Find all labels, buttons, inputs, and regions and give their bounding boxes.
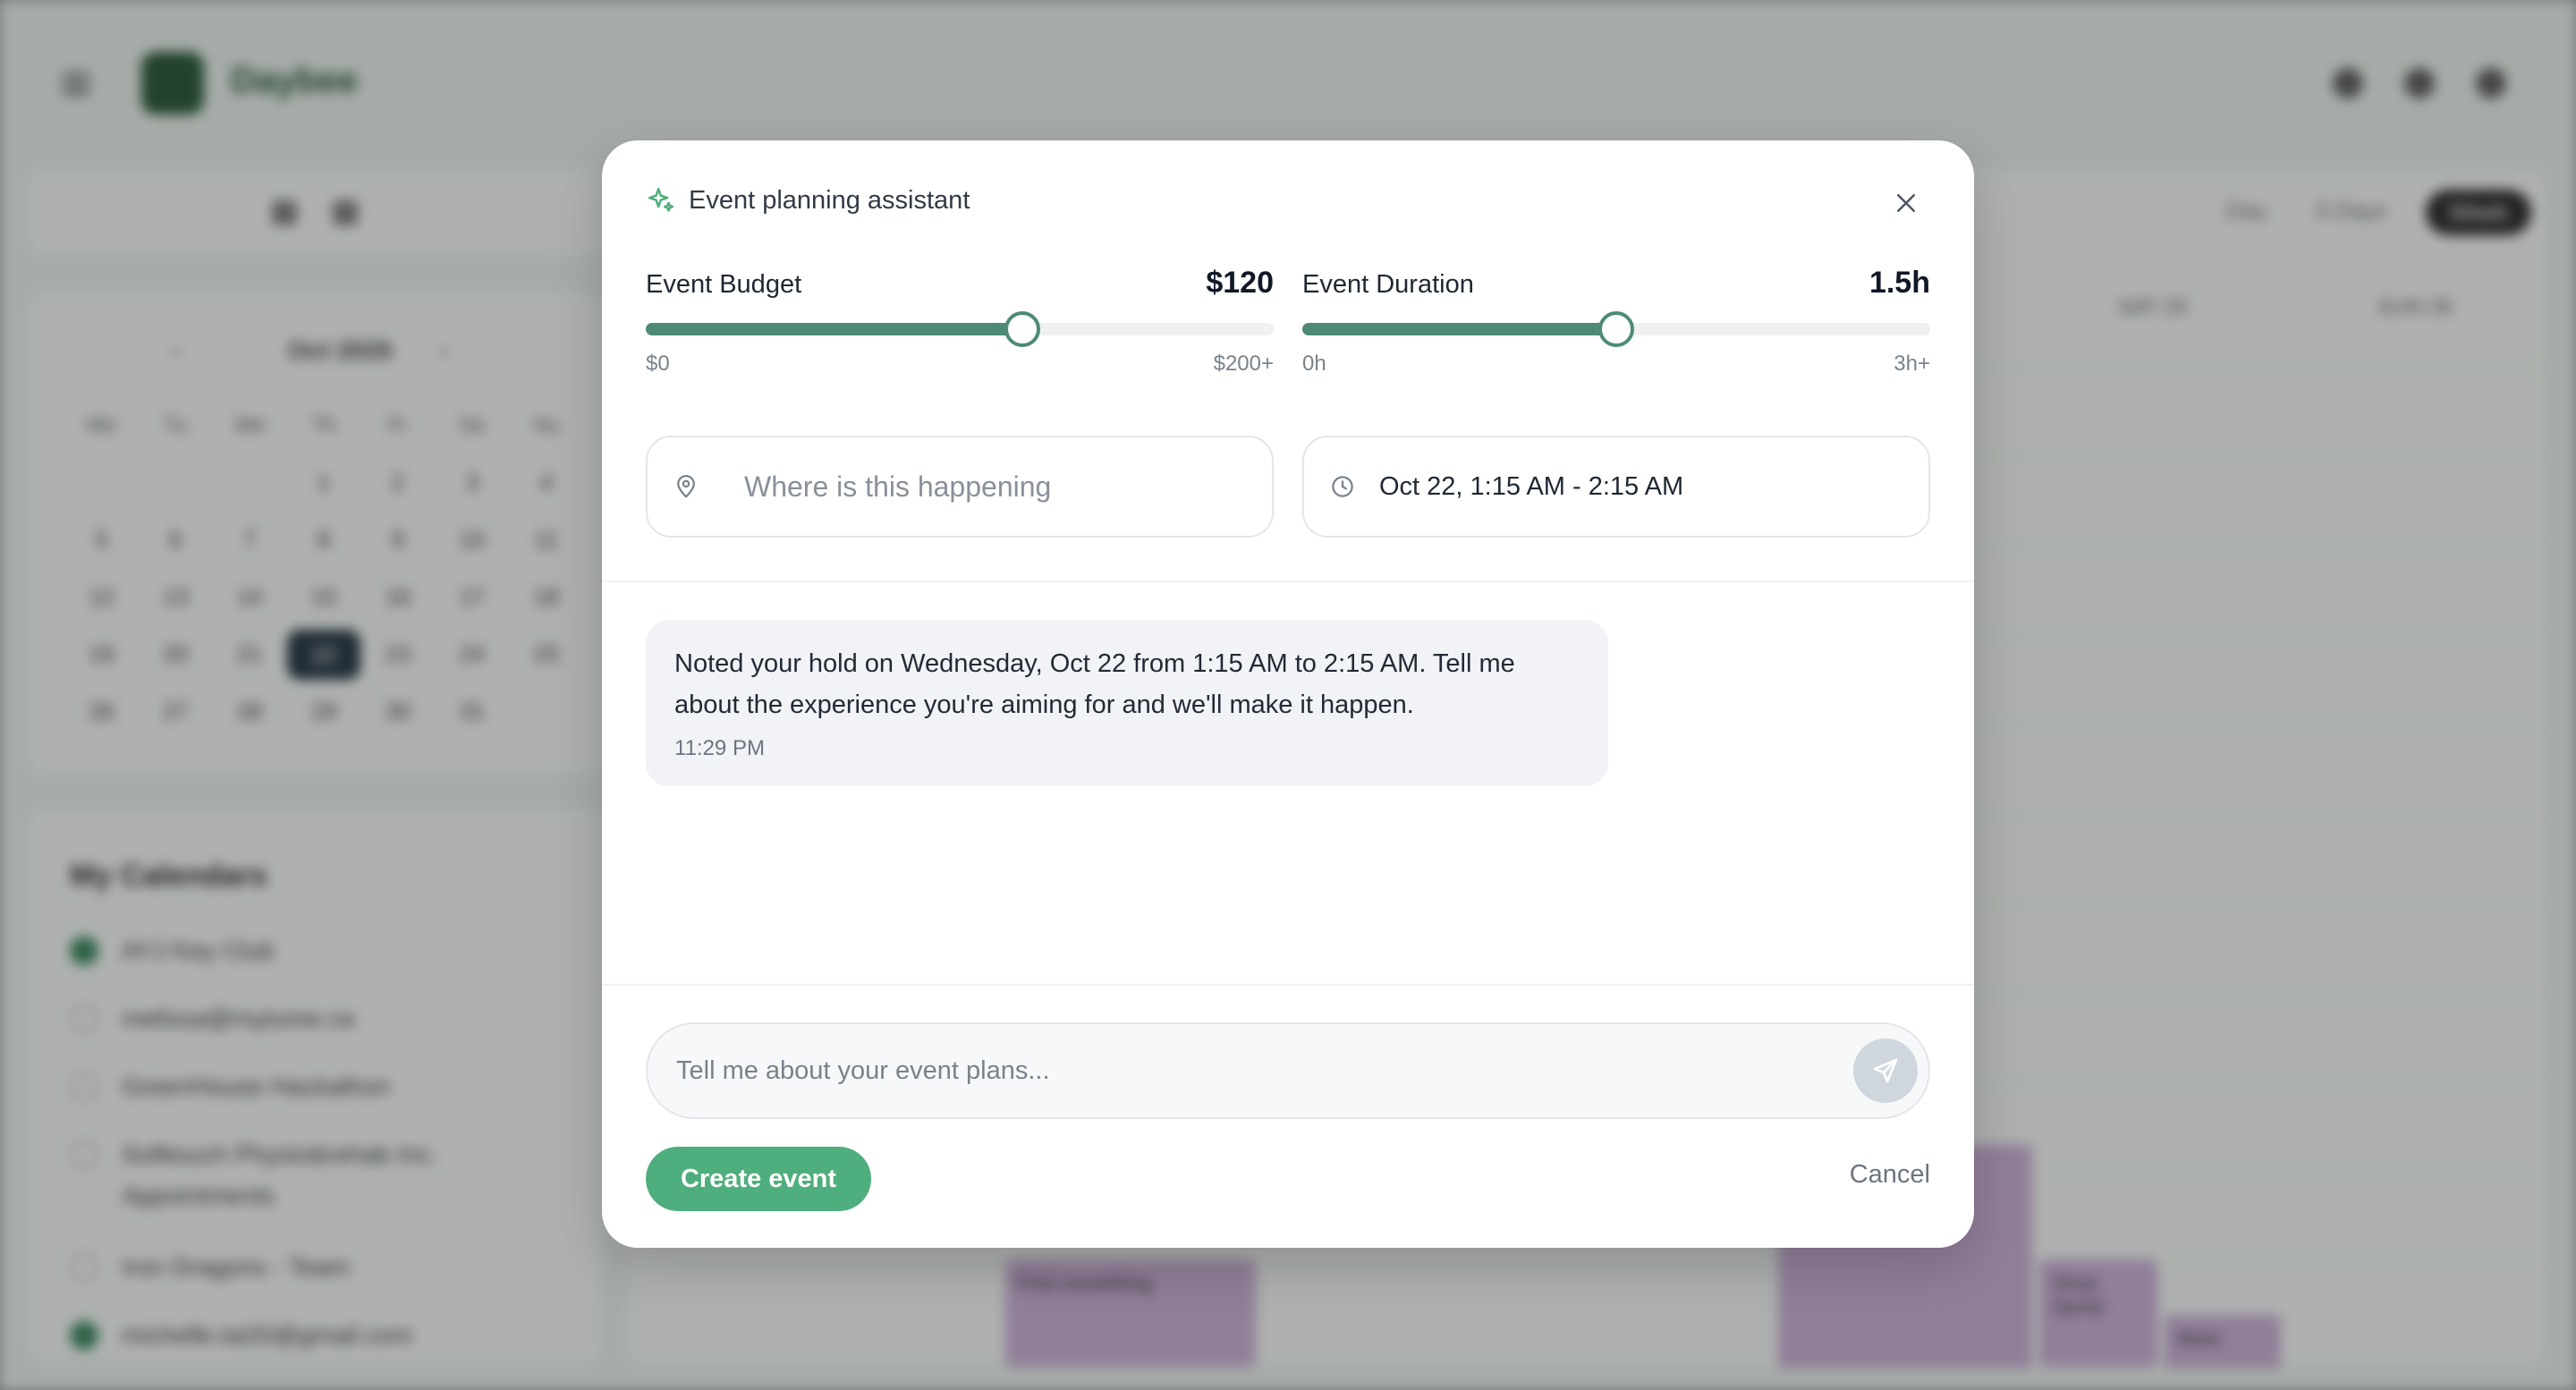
message-text: Noted your hold on Wednesday, Oct 22 fro… [674,649,1515,719]
duration-track[interactable] [1302,311,1930,347]
budget-min-label: $0 [646,352,670,376]
budget-max-label: $200+ [1213,352,1274,376]
map-pin-icon [677,475,695,498]
chat-input[interactable] [676,1055,1794,1086]
duration-value: 1.5h [1868,266,1930,300]
cancel-button[interactable]: Cancel [1850,1160,1930,1190]
budget-value: $120 [1206,266,1274,300]
time-range: Oct 22, 1:15 AM - 2:15 AM [1379,471,1684,501]
budget-slider-handle[interactable] [1004,311,1041,347]
budget-track-fill [646,323,1023,335]
close-icon [1897,194,1915,212]
sparkle-icon [648,187,674,212]
modal-title: Event planning assistant [689,185,970,215]
send-icon [1873,1058,1898,1083]
location-input[interactable] [744,470,1245,504]
duration-track-fill [1302,323,1616,335]
create-event-button[interactable]: Create event [646,1147,871,1211]
duration-label: Event Duration [1302,270,1474,299]
time-field[interactable]: Oct 22, 1:15 AM - 2:15 AM [1302,436,1930,538]
duration-max-label: 3h+ [1894,352,1930,376]
budget-track[interactable] [646,311,1274,347]
modal-header: Event planning assistant [646,185,970,216]
budget-label: Event Budget [646,270,802,299]
chat-input-box[interactable] [646,1022,1930,1119]
budget-slider: Event Budget $120 $0 $200+ [646,266,1274,377]
clock-icon [1332,476,1353,497]
duration-slider: Event Duration 1.5h 0h 3h+ [1302,266,1930,377]
divider [602,581,1974,582]
close-button[interactable] [1888,185,1924,221]
assistant-message: Noted your hold on Wednesday, Oct 22 fro… [646,620,1608,786]
duration-slider-handle[interactable] [1598,311,1634,347]
divider [602,984,1974,986]
send-button[interactable] [1853,1038,1918,1103]
duration-min-label: 0h [1302,352,1326,376]
message-timestamp: 11:29 PM [674,736,765,760]
event-planning-modal: Event planning assistant Event Budget $1… [602,140,1974,1248]
location-field[interactable] [646,436,1274,538]
